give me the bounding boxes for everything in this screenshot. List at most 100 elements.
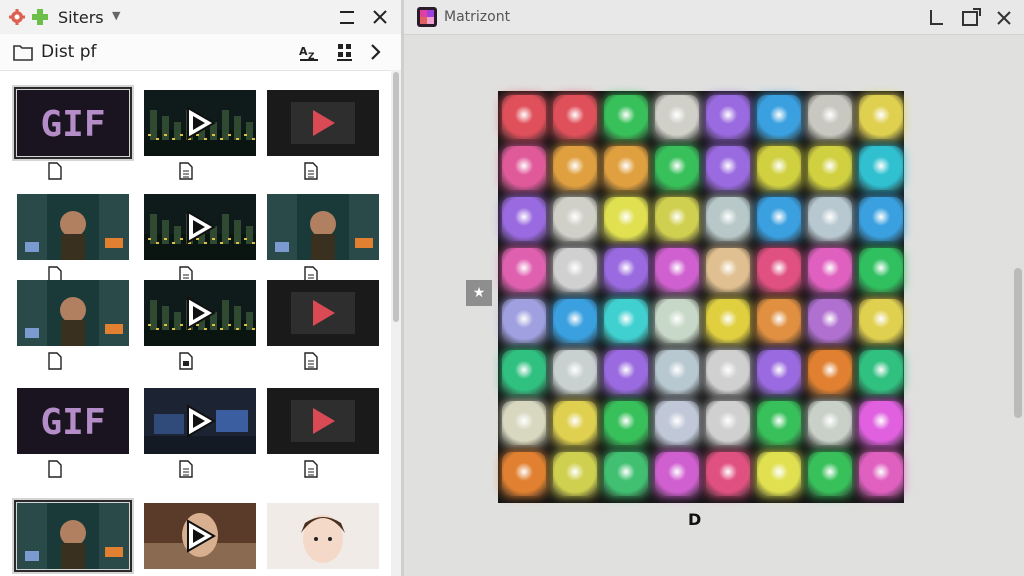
led-cell[interactable] [604,95,648,139]
thumbnail-video[interactable] [144,503,256,569]
led-cell[interactable] [757,95,801,139]
led-cell[interactable] [502,146,546,190]
led-cell[interactable] [859,452,903,496]
star-button[interactable]: ★ [466,280,492,306]
thumbnail-video[interactable] [144,90,256,156]
scrollbar[interactable] [391,70,401,576]
led-matrix-canvas[interactable] [498,91,904,503]
chevron-down-icon[interactable]: ▼ [112,9,120,22]
thumbnail-photo[interactable] [17,280,129,346]
file-doc-icon [303,352,319,370]
led-cell[interactable] [808,299,852,343]
led-cell[interactable] [859,299,903,343]
led-cell[interactable] [655,299,699,343]
led-cell[interactable] [808,197,852,241]
led-cell[interactable] [553,452,597,496]
status-label: D [688,510,702,529]
led-cell[interactable] [859,197,903,241]
led-cell[interactable] [655,248,699,292]
led-cell[interactable] [859,350,903,394]
led-cell[interactable] [553,146,597,190]
led-cell[interactable] [859,95,903,139]
led-cell[interactable] [808,350,852,394]
led-cell[interactable] [553,299,597,343]
thumbnail-photo[interactable] [14,500,132,572]
led-cell[interactable] [553,197,597,241]
led-cell[interactable] [604,401,648,445]
gear-icon[interactable] [8,8,26,26]
chevron-right-icon[interactable] [364,41,388,63]
led-cell[interactable] [655,146,699,190]
led-cell[interactable] [706,350,750,394]
led-cell[interactable] [655,452,699,496]
led-cell[interactable] [757,299,801,343]
led-cell[interactable] [553,350,597,394]
grid-view-icon[interactable] [333,41,357,63]
led-cell[interactable] [706,401,750,445]
thumbnail-photo[interactable] [267,194,379,260]
led-cell[interactable] [859,401,903,445]
led-cell[interactable] [604,350,648,394]
minimize-button[interactable] [336,6,358,28]
path-text: Dist pf [41,42,97,62]
led-cell[interactable] [604,197,648,241]
led-cell[interactable] [757,350,801,394]
led-cell[interactable] [604,146,648,190]
led-cell[interactable] [859,248,903,292]
led-cell[interactable] [757,401,801,445]
led-cell[interactable] [706,248,750,292]
led-cell[interactable] [706,452,750,496]
led-cell[interactable] [604,299,648,343]
thumbnail-play[interactable] [267,90,379,156]
thumbnail-play[interactable] [267,280,379,346]
led-cell[interactable] [604,452,648,496]
led-cell[interactable] [808,401,852,445]
sort-icon[interactable]: A Z [298,41,322,63]
scrollbar[interactable] [1014,268,1022,418]
led-cell[interactable] [859,146,903,190]
thumbnail-photo[interactable] [17,194,129,260]
led-cell[interactable] [502,197,546,241]
led-cell[interactable] [706,299,750,343]
led-cell[interactable] [553,95,597,139]
led-cell[interactable] [706,95,750,139]
close-button[interactable] [993,7,1015,29]
led-cell[interactable] [757,197,801,241]
led-cell[interactable] [808,146,852,190]
led-cell[interactable] [808,95,852,139]
led-cell[interactable] [502,248,546,292]
led-cell[interactable] [655,197,699,241]
led-cell[interactable] [757,452,801,496]
maximize-button[interactable] [960,7,982,29]
thumbnail-child[interactable] [267,503,379,569]
thumbnail-video[interactable] [144,280,256,346]
file-doc-icon [178,162,194,180]
led-cell[interactable] [553,248,597,292]
led-cell[interactable] [502,452,546,496]
led-cell[interactable] [502,401,546,445]
thumbnail-gif[interactable]: GIF [14,87,132,159]
led-cell[interactable] [604,248,648,292]
led-cell[interactable] [808,248,852,292]
led-cell[interactable] [655,401,699,445]
led-cell[interactable] [706,146,750,190]
led-cell[interactable] [757,248,801,292]
scrollbar-thumb[interactable] [393,72,399,322]
plus-icon[interactable] [31,8,49,26]
thumbnail-play[interactable] [267,388,379,454]
led-cell[interactable] [502,95,546,139]
led-cell[interactable] [502,350,546,394]
led-cell[interactable] [655,350,699,394]
led-cell[interactable] [655,95,699,139]
led-cell[interactable] [502,299,546,343]
close-button[interactable] [369,6,391,28]
thumbnail-video[interactable] [144,388,256,454]
minimize-button[interactable] [926,7,948,29]
gif-label: GIF [40,402,105,443]
led-cell[interactable] [808,452,852,496]
thumbnail-gif[interactable]: GIF [17,388,129,454]
led-cell[interactable] [706,197,750,241]
led-cell[interactable] [553,401,597,445]
led-cell[interactable] [757,146,801,190]
thumbnail-video[interactable] [144,194,256,260]
